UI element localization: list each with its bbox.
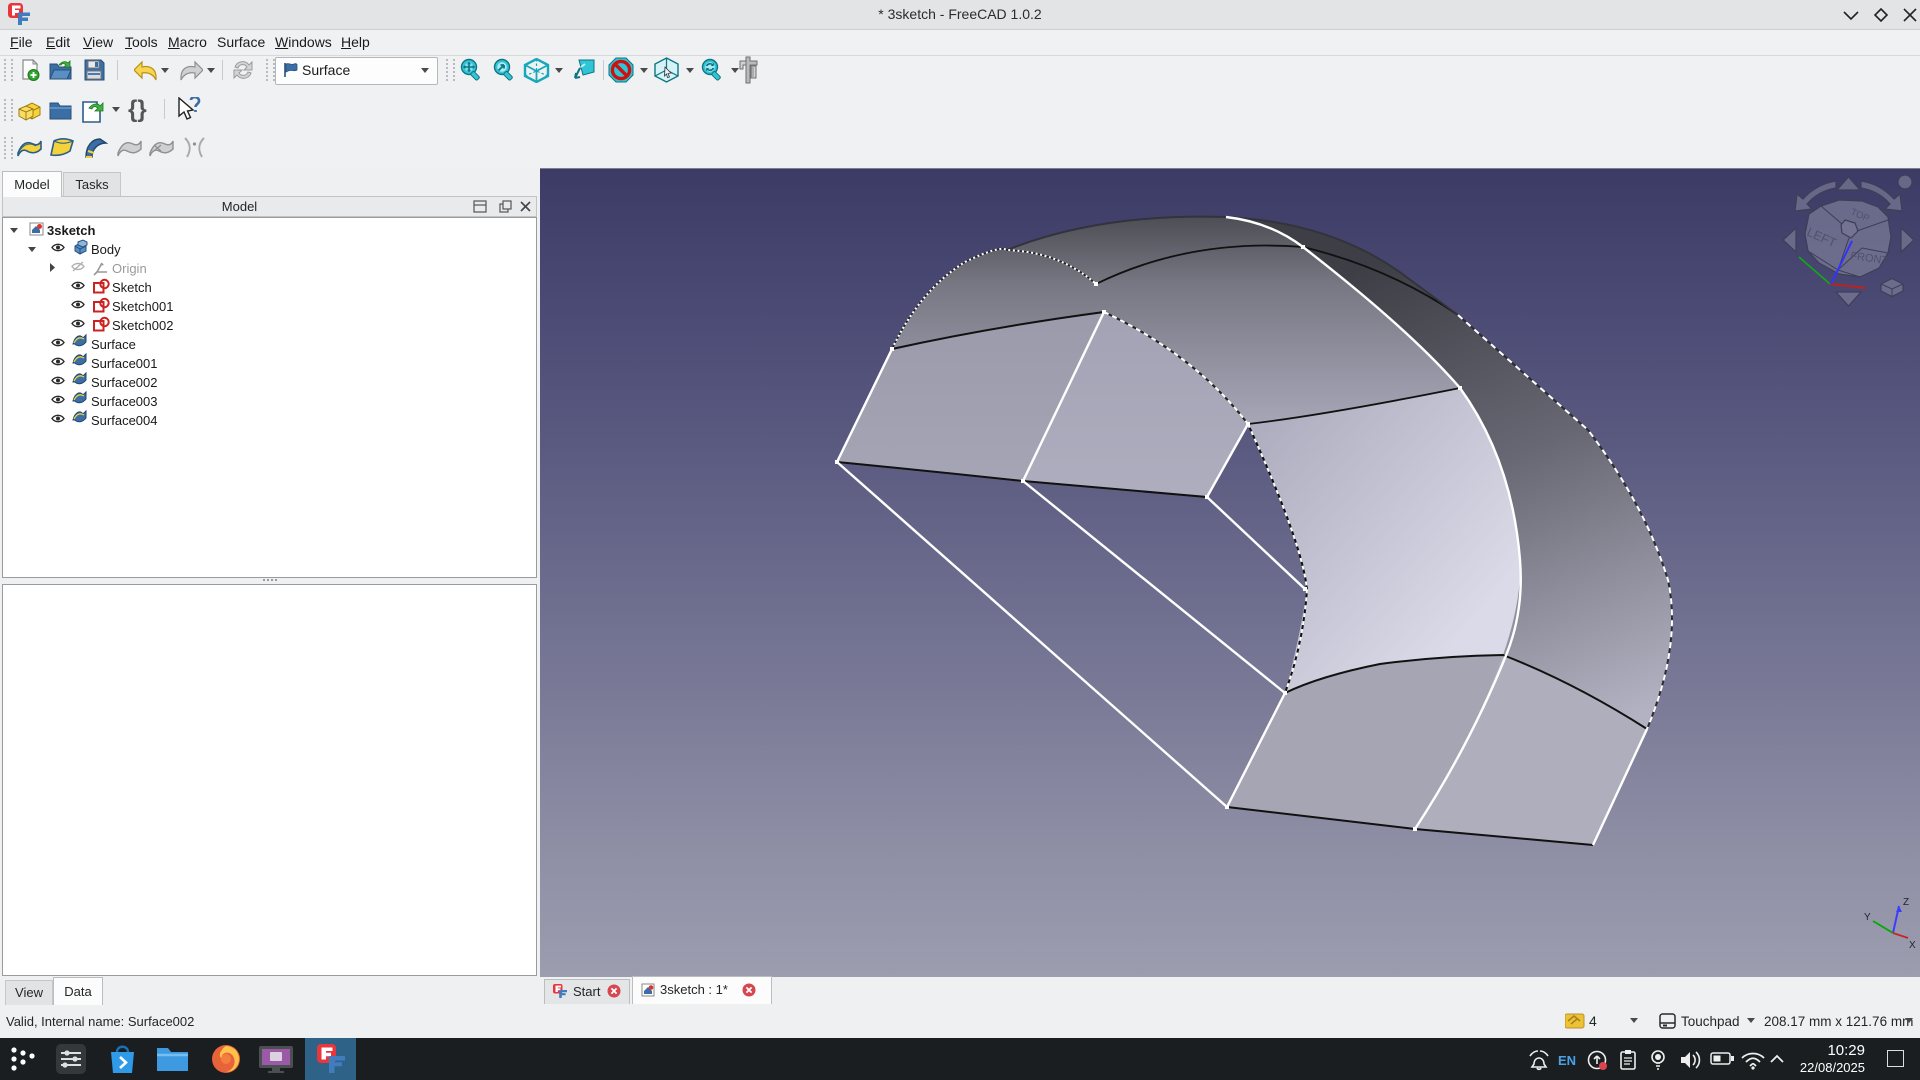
svg-text:X: X <box>1909 940 1916 951</box>
svg-text:Z: Z <box>1903 897 1909 908</box>
svg-text:Y: Y <box>1864 912 1871 923</box>
svg-text:EN: EN <box>1558 1053 1576 1068</box>
